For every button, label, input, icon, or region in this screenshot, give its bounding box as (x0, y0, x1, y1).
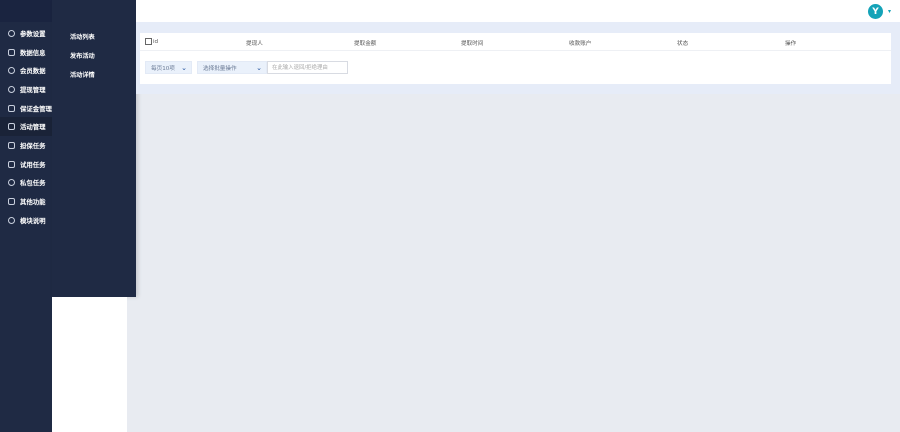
gear-icon (8, 29, 15, 37)
sidebar-item-label: 参数设置 (20, 29, 46, 38)
sidebar-item-deposit[interactable]: 保证金管理 (0, 99, 52, 118)
chevron-down-icon: ⌄ (256, 64, 262, 72)
sidebar-item-label: 其他功能 (20, 198, 46, 207)
sidebar-item-label: 担保任务 (20, 141, 46, 150)
task-icon (8, 141, 15, 149)
select-all-checkbox[interactable] (145, 38, 152, 45)
page-size-value: 每页10项 (151, 65, 175, 72)
info-icon (8, 216, 15, 224)
column-header-amount: 提取金额 (354, 41, 377, 47)
sidebar-item-private[interactable]: 私包任务 (0, 174, 52, 193)
sidebar-item-trial[interactable]: 试用任务 (0, 155, 52, 174)
user-icon (8, 67, 15, 75)
submenu-item-activity-list[interactable]: 活动列表 (70, 32, 95, 41)
top-header: Y ▾ (136, 0, 900, 22)
sidebar-item-label: 数据信息 (20, 48, 46, 57)
sidebar-logo-area (0, 0, 52, 22)
sidebar-lower-panel (52, 297, 127, 432)
sidebar-item-label: 活动管理 (20, 123, 46, 132)
sidebar-menu: 参数设置 数据信息 会员数据 提现管理 保证金管理 活动管理 担保任务 试用任务… (0, 24, 52, 230)
data-table-card: id 提现人 提取金额 提取时间 收款账户 状态 操作 每页10项 ⌄ 选择批量… (140, 33, 891, 84)
submenu-flyout (52, 0, 136, 297)
list-icon (8, 198, 15, 206)
shield-icon (8, 104, 15, 112)
column-header-account: 收款账户 (569, 41, 592, 47)
sidebar-item-activity[interactable]: 活动管理 (0, 117, 52, 137)
sidebar-item-label: 会员数据 (20, 67, 46, 76)
activity-icon (8, 123, 15, 131)
sidebar-item-members[interactable]: 会员数据 (0, 61, 52, 80)
batch-action-select[interactable]: 选择批量操作 ⌄ (197, 61, 267, 74)
sidebar-item-label: 保证金管理 (20, 104, 52, 113)
sidebar-item-other[interactable]: 其他功能 (0, 192, 52, 211)
sidebar-item-withdraw[interactable]: 提现管理 (0, 80, 52, 99)
sidebar-item-label: 模块说明 (20, 216, 46, 225)
sidebar-item-label: 提现管理 (20, 85, 46, 94)
sidebar-item-params[interactable]: 参数设置 (0, 24, 52, 43)
sidebar: 参数设置 数据信息 会员数据 提现管理 保证金管理 活动管理 担保任务 试用任务… (0, 0, 52, 432)
sidebar-item-module-info[interactable]: 模块说明 (0, 211, 52, 230)
submenu-item-activity-detail[interactable]: 活动详情 (70, 70, 95, 79)
column-header-withdrawer: 提现人 (246, 41, 263, 47)
sidebar-item-data[interactable]: 数据信息 (0, 43, 52, 62)
chevron-down-icon: ⌄ (181, 64, 187, 72)
yen-icon (8, 85, 15, 93)
reason-input[interactable] (267, 61, 348, 74)
document-icon (8, 160, 15, 168)
sidebar-item-label: 私包任务 (20, 179, 46, 188)
sidebar-item-label: 试用任务 (20, 160, 46, 169)
avatar[interactable]: Y (868, 4, 883, 19)
submenu-item-publish-activity[interactable]: 发布活动 (70, 51, 95, 60)
package-icon (8, 179, 15, 187)
column-header-status: 状态 (677, 41, 689, 47)
chevron-down-icon[interactable]: ▾ (888, 8, 891, 15)
chart-icon (8, 48, 15, 56)
column-header-actions: 操作 (785, 41, 797, 47)
column-header-time: 提取时间 (461, 41, 484, 47)
table-header: id 提现人 提取金额 提取时间 收款账户 状态 操作 (140, 33, 891, 51)
batch-action-value: 选择批量操作 (203, 65, 237, 72)
column-header-id: id (153, 39, 159, 45)
page-size-select[interactable]: 每页10项 ⌄ (145, 61, 192, 74)
sidebar-item-guarantee[interactable]: 担保任务 (0, 136, 52, 155)
